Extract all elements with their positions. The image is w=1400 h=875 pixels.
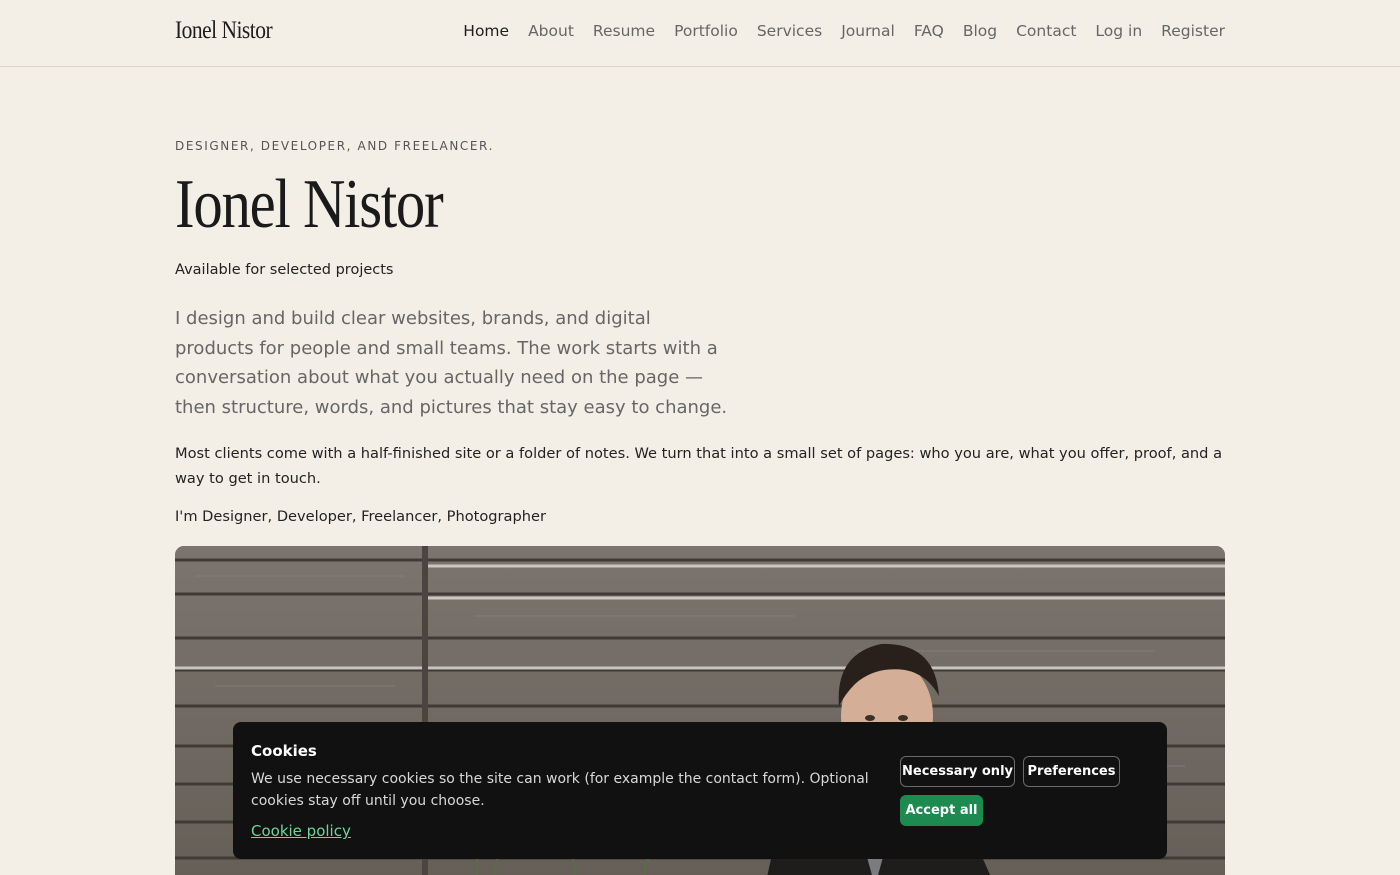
nav-resume[interactable]: Resume [593, 22, 655, 40]
hero-title: Ionel Nistor [175, 166, 444, 243]
hero-lead: I design and build clear websites, brand… [175, 308, 728, 419]
roles-text: I'm Designer, Developer, Freelancer, Pho… [175, 508, 546, 525]
cookie-banner: Cookies We use necessary cookies so the … [233, 722, 1167, 859]
nav-journal[interactable]: Journal [841, 22, 895, 40]
nav-about[interactable]: About [528, 22, 574, 40]
site-header: Ionel Nistor Home About Resume Portfolio… [0, 0, 1400, 67]
accept-all-button[interactable]: Accept all [900, 795, 983, 826]
nav-faq[interactable]: FAQ [914, 22, 944, 40]
nav-portfolio[interactable]: Portfolio [674, 22, 738, 40]
nav-services[interactable]: Services [757, 22, 822, 40]
main-nav: Home About Resume Portfolio Services Jou… [463, 22, 1225, 40]
cookie-title: Cookies [251, 742, 317, 760]
brand-logo[interactable]: Ionel Nistor [175, 17, 273, 45]
preferences-button[interactable]: Preferences [1023, 756, 1120, 787]
nav-home[interactable]: Home [463, 22, 509, 40]
nav-register[interactable]: Register [1161, 22, 1225, 40]
nav-login[interactable]: Log in [1095, 22, 1142, 40]
necessary-only-button[interactable]: Necessary only [900, 756, 1015, 787]
cookie-text: We use necessary cookies so the site can… [251, 771, 869, 809]
cookie-policy-link[interactable]: Cookie policy [251, 822, 351, 840]
nav-contact[interactable]: Contact [1016, 22, 1076, 40]
availability-text: Available for selected projects [175, 262, 394, 278]
hero-body: Most clients come with a half-finished s… [175, 445, 1223, 487]
nav-blog[interactable]: Blog [963, 22, 997, 40]
hero-eyebrow: DESIGNER, DEVELOPER, AND FREELANCER. [175, 139, 494, 153]
